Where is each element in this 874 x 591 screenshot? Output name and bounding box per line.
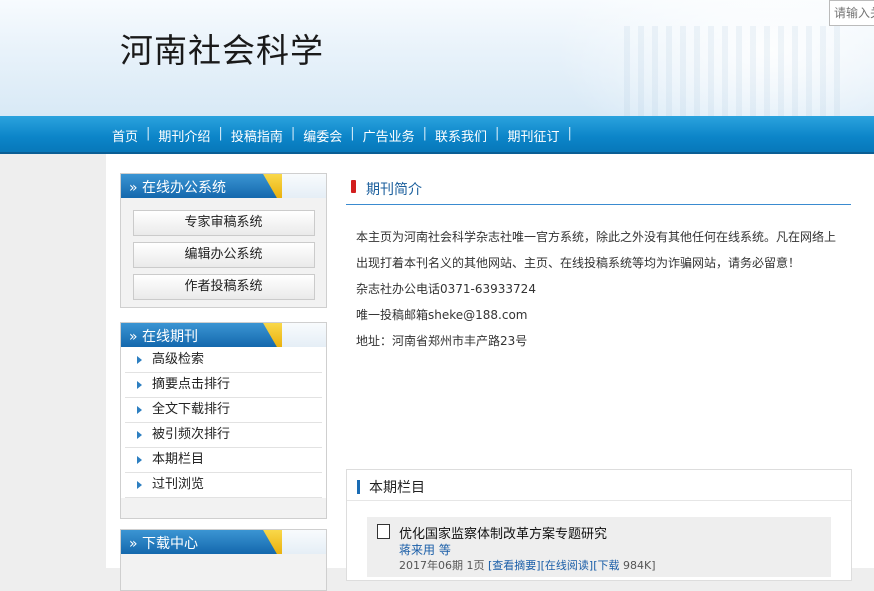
- header-tail: [282, 323, 326, 347]
- divider: [347, 500, 851, 501]
- site-title: 河南社会科学: [120, 31, 324, 70]
- list-item-citation-ranking[interactable]: 被引频次排行: [125, 423, 322, 448]
- intro-email: 唯一投稿邮箱sheke@188.com: [356, 308, 528, 322]
- nav-item-home[interactable]: 首页: [112, 126, 138, 145]
- list-item-past-issues[interactable]: 过刊浏览: [125, 473, 322, 498]
- intro-notice: 本主页为河南社会科学杂志社唯一官方系统，除此之外没有其他任何在线系统。凡在网络上…: [356, 230, 837, 270]
- header-tail: [282, 174, 326, 198]
- nav-separator: |: [495, 126, 500, 141]
- list-item-label: 被引频次排行: [152, 427, 231, 442]
- intro-header: 期刊简介: [346, 176, 851, 205]
- nav-separator: |: [422, 126, 428, 141]
- panel-header: » 在线办公系统: [121, 174, 326, 198]
- office-panel-title: » 在线办公系统: [129, 180, 227, 196]
- download-center-panel: » 下载中心: [120, 529, 327, 591]
- list-item-label: 本期栏目: [152, 452, 205, 467]
- arrow-right-icon: [137, 431, 142, 439]
- arrow-right-icon: [137, 456, 142, 464]
- main-nav: 首页 | 期刊介绍 | 投稿指南 | 编委会 | 广告业务 | 联系我们 | 期…: [0, 116, 874, 154]
- journal-panel-title: » 在线期刊: [129, 329, 199, 345]
- author-submission-system-button[interactable]: 作者投稿系统: [132, 274, 315, 300]
- article-author[interactable]: 蒋来用 等: [399, 541, 451, 558]
- download-panel-title-text: 下载中心: [142, 536, 199, 552]
- intro-address: 地址：河南省郑州市丰产路23号: [356, 334, 528, 348]
- intro-body: 本主页为河南社会科学杂志社唯一官方系统，除此之外没有其他任何在线系统。凡在网络上…: [356, 224, 846, 354]
- intro-phone: 杂志社办公电话0371-63933724: [356, 282, 536, 296]
- list-item-advanced-search[interactable]: 高级检索: [125, 348, 322, 373]
- list-item-download-ranking[interactable]: 全文下载排行: [125, 398, 322, 423]
- arrow-right-icon: [137, 356, 142, 364]
- journal-list: 高级检索 摘要点击排行 全文下载排行 被引频次排行 本期栏目 过刊浏览: [121, 347, 326, 498]
- nav-separator: |: [290, 126, 296, 141]
- file-size: 984K]: [622, 559, 656, 572]
- office-panel-title-text: 在线办公系统: [142, 180, 227, 196]
- article-issue-info: 2017年06期 1页: [399, 559, 485, 572]
- nav-item-submission-guide[interactable]: 投稿指南: [231, 126, 283, 145]
- list-item-current-issue[interactable]: 本期栏目: [125, 448, 322, 473]
- nav-item-advertising[interactable]: 广告业务: [363, 126, 415, 145]
- view-abstract-link[interactable]: [查看摘要]: [488, 559, 541, 572]
- document-icon: [377, 521, 394, 539]
- download-panel-title: » 下载中心: [129, 536, 199, 552]
- nav-item-contact[interactable]: 联系我们: [435, 126, 487, 145]
- nav-item-editorial-board[interactable]: 编委会: [303, 126, 342, 145]
- current-issue-title: 本期栏目: [369, 480, 425, 496]
- section-marker-icon: [351, 180, 356, 193]
- panel-header: » 在线期刊: [121, 323, 326, 347]
- arrow-right-icon: [137, 481, 142, 489]
- list-item-label: 高级检索: [152, 352, 205, 367]
- section-marker-icon: [357, 480, 360, 494]
- list-item-label: 全文下载排行: [152, 402, 231, 417]
- list-item-abstract-ranking[interactable]: 摘要点击排行: [125, 373, 322, 398]
- nav-separator: |: [146, 126, 151, 141]
- nav-separator: |: [218, 126, 223, 141]
- arrow-right-icon: [137, 381, 142, 389]
- online-journal-panel: » 在线期刊 高级检索 摘要点击排行 全文下载排行 被引频次排行 本期栏目 过刊…: [120, 322, 327, 519]
- download-link[interactable]: [下载: [593, 559, 619, 572]
- arrow-right-icon: [137, 406, 142, 414]
- content-area: » 在线办公系统 专家审稿系统 编辑办公系统 作者投稿系统 » 在线期刊 高级检…: [106, 154, 874, 591]
- nav-item-journal-intro[interactable]: 期刊介绍: [158, 126, 210, 145]
- site-header: 河南社会科学: [0, 0, 874, 116]
- panel-header: » 下载中心: [121, 530, 326, 554]
- article-item: 优化国家监察体制改革方案专题研究 蒋来用 等 2017年06期 1页 [查看摘要…: [367, 517, 831, 577]
- list-item-label: 过刊浏览: [152, 477, 205, 492]
- header-background-art: [624, 26, 844, 116]
- header-tail: [282, 530, 326, 554]
- search-input[interactable]: [829, 0, 874, 26]
- article-meta: 2017年06期 1页 [查看摘要][在线阅读][下载 984K]: [399, 557, 656, 573]
- nav-item-subscription[interactable]: 期刊征订: [507, 126, 559, 145]
- read-online-link[interactable]: [在线阅读]: [541, 559, 594, 572]
- intro-title: 期刊简介: [366, 182, 422, 198]
- nav-separator: |: [350, 126, 355, 141]
- editor-office-system-button[interactable]: 编辑办公系统: [132, 242, 315, 268]
- office-system-panel: » 在线办公系统 专家审稿系统 编辑办公系统 作者投稿系统: [120, 173, 327, 308]
- current-issue-panel: 本期栏目 优化国家监察体制改革方案专题研究 蒋来用 等 2017年06期 1页 …: [346, 469, 852, 581]
- list-item-label: 摘要点击排行: [152, 377, 231, 392]
- article-title[interactable]: 优化国家监察体制改革方案专题研究: [399, 523, 607, 542]
- nav-separator: |: [567, 126, 572, 141]
- expert-review-system-button[interactable]: 专家审稿系统: [132, 210, 315, 236]
- journal-panel-title-text: 在线期刊: [142, 329, 199, 345]
- nav-list: 首页 | 期刊介绍 | 投稿指南 | 编委会 | 广告业务 | 联系我们 | 期…: [112, 126, 580, 145]
